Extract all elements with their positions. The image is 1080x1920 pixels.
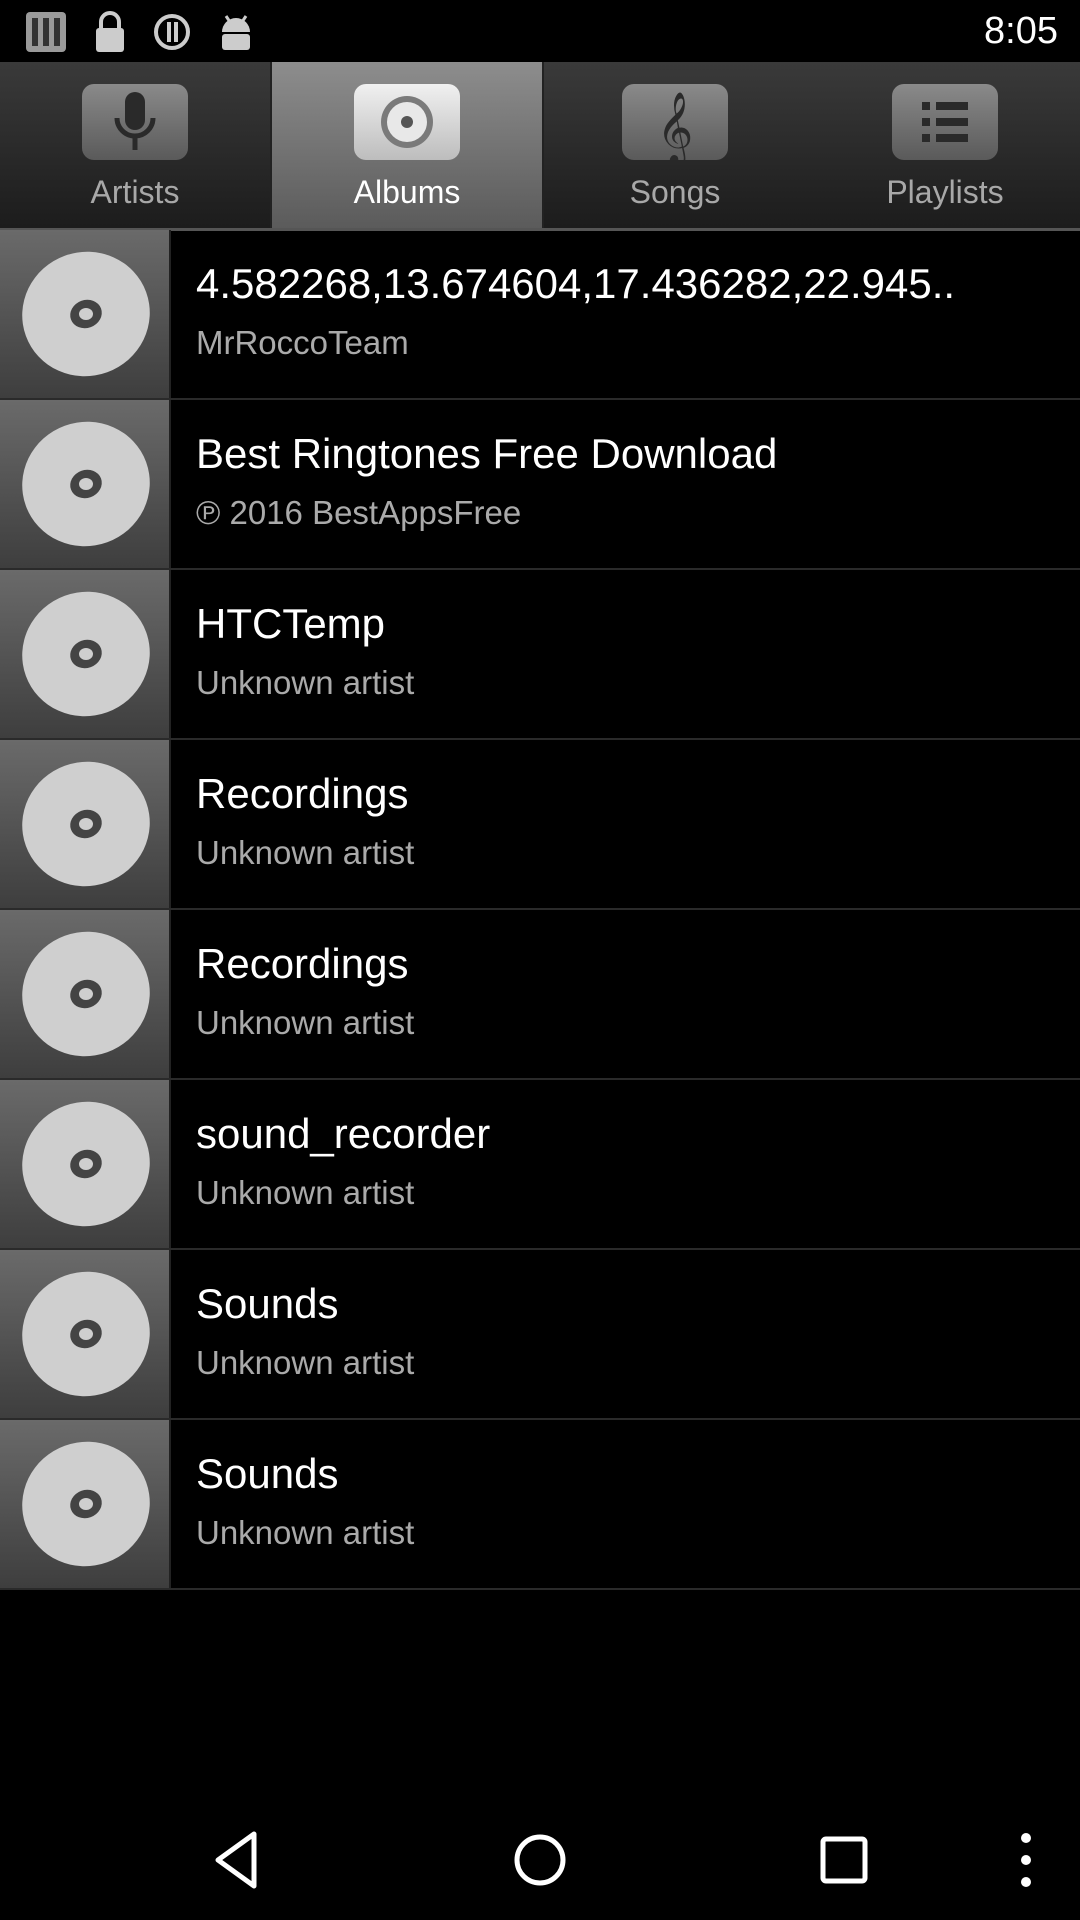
list-item[interactable]: sound_recorder Unknown artist (0, 1080, 1080, 1250)
album-artist: MrRoccoTeam (196, 324, 409, 361)
tab-bar: Artists Albums 𝄞 Songs Playlists (0, 62, 1080, 231)
list-item[interactable]: Sounds Unknown artist (0, 1420, 1080, 1590)
disc-icon (354, 84, 460, 160)
album-art (0, 910, 171, 1078)
album-title: Sounds (196, 1450, 339, 1497)
recents-icon[interactable] (804, 1820, 884, 1900)
list-item[interactable]: HTCTemp Unknown artist (0, 570, 1080, 740)
disc-icon (22, 931, 150, 1057)
tab-label: Playlists (886, 174, 1004, 210)
album-art (0, 1080, 171, 1248)
album-artist: ℗ 2016 BestAppsFree (196, 494, 522, 531)
disc-icon (22, 251, 150, 377)
album-title: Best Ringtones Free Download (196, 430, 778, 477)
album-art (0, 400, 171, 568)
album-artist: Unknown artist (196, 664, 415, 701)
list-item[interactable]: Best Ringtones Free Download ℗ 2016 Best… (0, 400, 1080, 570)
disc-icon (22, 761, 150, 887)
album-title: sound_recorder (196, 1110, 491, 1157)
disc-icon (22, 591, 150, 717)
back-icon[interactable] (198, 1820, 278, 1900)
album-art (0, 230, 171, 398)
home-icon[interactable] (500, 1820, 580, 1900)
svg-text:𝄞: 𝄞 (657, 90, 694, 160)
alert-icon (154, 14, 190, 50)
disc-icon (22, 1441, 150, 1567)
sim-icon (26, 12, 66, 52)
status-bar: 8:05 (0, 0, 1080, 62)
album-title: Recordings (196, 940, 409, 987)
list-item[interactable]: Recordings Unknown artist (0, 910, 1080, 1080)
clock-time: 8:05 (984, 10, 1058, 52)
tab-playlists[interactable]: Playlists (810, 62, 1080, 228)
list-item[interactable]: Recordings Unknown artist (0, 740, 1080, 910)
album-artist: Unknown artist (196, 1514, 415, 1551)
album-artist: Unknown artist (196, 834, 415, 871)
list-item[interactable]: Sounds Unknown artist (0, 1250, 1080, 1420)
lock-icon (96, 11, 124, 52)
album-art (0, 1250, 171, 1418)
tab-label: Albums (353, 174, 461, 210)
overflow-menu-icon[interactable] (986, 1820, 1066, 1900)
album-list: 4.582268,13.674604,17.436282,22.945.. Mr… (0, 230, 1080, 1590)
album-art (0, 570, 171, 738)
album-artist: Unknown artist (196, 1174, 415, 1211)
tab-songs[interactable]: 𝄞 Songs (540, 62, 810, 228)
album-art (0, 740, 171, 908)
album-title: Sounds (196, 1280, 339, 1327)
disc-icon (22, 1271, 150, 1397)
album-artist: Unknown artist (196, 1004, 415, 1041)
album-title: HTCTemp (196, 600, 386, 647)
album-artist: Unknown artist (196, 1344, 415, 1381)
list-item[interactable]: 4.582268,13.674604,17.436282,22.945.. Mr… (0, 230, 1080, 400)
treble-clef-icon: 𝄞 (622, 84, 728, 166)
microphone-icon (82, 84, 188, 160)
album-title: 4.582268,13.674604,17.436282,22.945.. (196, 260, 956, 307)
album-art (0, 1420, 171, 1588)
navigation-bar (0, 1800, 1080, 1920)
album-title: Recordings (196, 770, 409, 817)
list-icon (892, 84, 998, 160)
tab-label: Artists (90, 174, 180, 210)
disc-icon (22, 421, 150, 547)
android-icon (222, 15, 250, 50)
tab-albums[interactable]: Albums (270, 62, 544, 228)
tab-artists[interactable]: Artists (0, 62, 270, 228)
tab-label: Songs (629, 174, 721, 210)
disc-icon (22, 1101, 150, 1227)
